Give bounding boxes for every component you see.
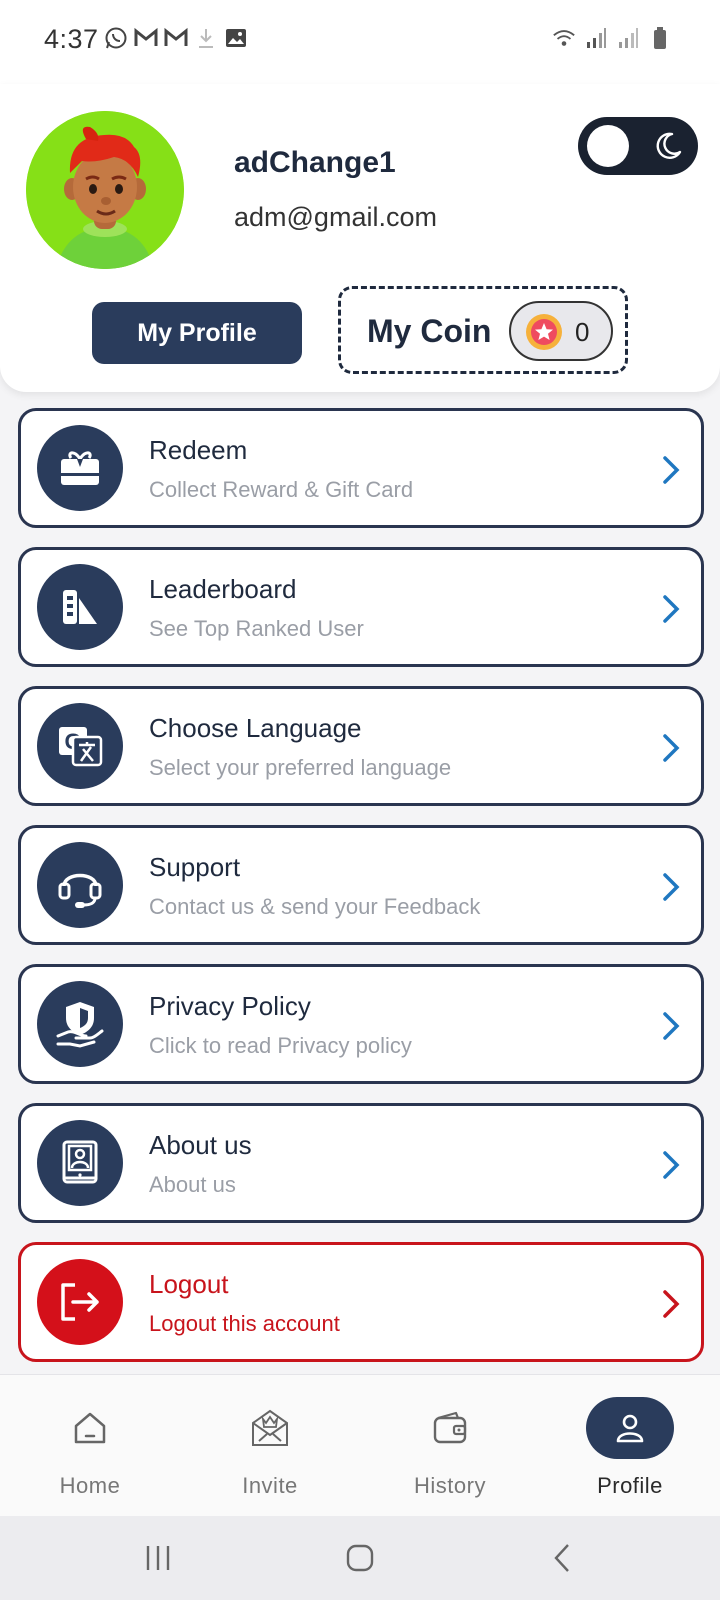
logout-icon: [37, 1259, 123, 1345]
back-button[interactable]: [540, 1536, 584, 1580]
menu-item-redeem[interactable]: Redeem Collect Reward & Gift Card: [18, 408, 704, 528]
gallery-icon: [224, 26, 248, 50]
bottom-navigation: Home Invite History Profile: [0, 1374, 720, 1516]
notification-icons: [104, 26, 248, 50]
coin-label: My Coin: [367, 313, 492, 349]
menu-subtitle: Contact us & send your Feedback: [149, 894, 481, 919]
menu-item-leaderboard[interactable]: Leaderboard See Top Ranked User: [18, 547, 704, 667]
gift-card-icon: [37, 425, 123, 511]
translate-icon: G: [37, 703, 123, 789]
contact-book-icon: [37, 1120, 123, 1206]
chevron-right-icon: [663, 595, 680, 623]
theme-toggle[interactable]: [578, 117, 698, 175]
nav-tab-profile[interactable]: Profile: [560, 1375, 700, 1517]
nav-tab-home[interactable]: Home: [20, 1375, 160, 1517]
battery-icon: [648, 26, 672, 50]
menu-title: Logout: [149, 1269, 229, 1299]
menu-title: About us: [149, 1130, 252, 1160]
coin-balance-pill: 0: [509, 301, 613, 361]
chevron-right-icon: [663, 1290, 680, 1318]
coin-icon: [526, 314, 562, 350]
user-icon: [586, 1397, 674, 1459]
signal-icon: [616, 26, 640, 50]
status-bar: 4:37: [0, 0, 720, 84]
menu-title: Choose Language: [149, 713, 362, 743]
my-profile-button[interactable]: My Profile: [92, 302, 302, 364]
back-icon: [554, 1544, 569, 1572]
system-icons: [552, 26, 672, 50]
download-icon: [194, 26, 218, 50]
chevron-right-icon: [663, 873, 680, 901]
gmail-icon: [134, 26, 158, 50]
menu-subtitle: Collect Reward & Gift Card: [149, 477, 414, 502]
user-name: adChange1: [234, 146, 396, 179]
chevron-right-icon: [663, 1151, 680, 1179]
menu-subtitle: About us: [149, 1172, 236, 1197]
headset-icon: [37, 842, 123, 928]
menu-subtitle: Select your preferred language: [149, 755, 452, 780]
status-time: 4:37: [44, 24, 99, 54]
system-navigation-bar: [0, 1516, 720, 1600]
wallet-icon: [406, 1397, 494, 1459]
menu-subtitle: Logout this account: [149, 1311, 340, 1336]
profile-header: adChange1 adm@gmail.com My Profile My Co…: [0, 84, 720, 392]
menu-title: Privacy Policy: [149, 991, 311, 1021]
chevron-right-icon: [663, 456, 680, 484]
nav-label: Invite: [242, 1473, 298, 1498]
recents-button[interactable]: [136, 1536, 180, 1580]
menu-item-privacy-policy[interactable]: Privacy Policy Click to read Privacy pol…: [18, 964, 704, 1084]
menu-item-language[interactable]: G Choose Language Select your preferred …: [18, 686, 704, 806]
shield-hand-icon: [37, 981, 123, 1067]
wifi-icon: [552, 26, 576, 50]
whatsapp-icon: [104, 26, 128, 50]
nav-label: History: [414, 1473, 486, 1498]
moon-icon: [656, 132, 682, 159]
nav-label: Profile: [597, 1473, 663, 1498]
menu-subtitle: Click to read Privacy policy: [149, 1033, 412, 1058]
chevron-right-icon: [663, 734, 680, 762]
menu-title: Leaderboard: [149, 574, 297, 604]
nav-label: Home: [59, 1473, 121, 1498]
menu-item-logout[interactable]: Logout Logout this account: [18, 1242, 704, 1362]
user-email: adm@gmail.com: [234, 202, 437, 232]
menu-item-about-us[interactable]: About us About us: [18, 1103, 704, 1223]
home-circle-icon: [346, 1544, 374, 1572]
home-icon: [46, 1397, 134, 1459]
recents-icon: [146, 1546, 170, 1570]
signal-icon: [584, 26, 608, 50]
avatar[interactable]: [26, 111, 184, 269]
menu-subtitle: See Top Ranked User: [149, 616, 364, 641]
nav-tab-history[interactable]: History: [380, 1375, 520, 1517]
gmail-icon: [164, 26, 188, 50]
invite-icon: [226, 1397, 314, 1459]
nav-tab-invite[interactable]: Invite: [200, 1375, 340, 1517]
my-coin-card[interactable]: My Coin 0: [338, 286, 628, 374]
menu-title: Support: [149, 852, 241, 882]
home-system-button[interactable]: [338, 1536, 382, 1580]
leaderboard-icon: [37, 564, 123, 650]
coin-value: 0: [575, 317, 590, 347]
menu-item-support[interactable]: Support Contact us & send your Feedback: [18, 825, 704, 945]
menu-title: Redeem: [149, 435, 248, 465]
chevron-right-icon: [663, 1012, 680, 1040]
toggle-knob: [587, 125, 629, 167]
